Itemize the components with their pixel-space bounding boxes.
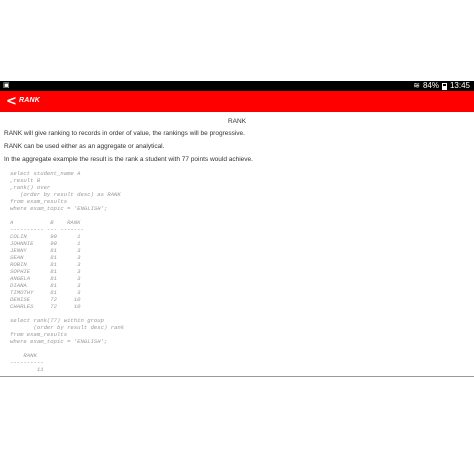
- content: RANK RANK will give ranking to records i…: [4, 118, 470, 373]
- paragraph: RANK will give ranking to records in ord…: [4, 130, 245, 137]
- app-bar: < RANK: [0, 91, 474, 112]
- app-title: RANK: [19, 97, 41, 104]
- code-line: COLIN 90 1: [10, 233, 81, 240]
- battery-icon: [441, 82, 447, 90]
- code-line: from exam_results: [10, 198, 68, 205]
- status-right: ≋ 84% 13:45: [413, 81, 470, 91]
- code-line: TIMOTHY 81 3: [10, 289, 81, 296]
- code-line: 11: [10, 366, 44, 373]
- code-line: where exam_topic = 'ENGLISH';: [10, 338, 108, 345]
- code-block: select student_name A ,result B ,rank() ov…: [10, 170, 470, 373]
- screenshot-icon: ▣: [3, 82, 10, 89]
- paragraph: In the aggregate example the result is t…: [4, 156, 253, 163]
- status-bar: ▣ ≋ 84% 13:45: [0, 81, 474, 91]
- code-line: ,rank() over: [10, 184, 51, 191]
- code-line: where exam_topic = 'ENGLISH';: [10, 205, 108, 212]
- code-line: (order by result desc) rank: [10, 324, 125, 331]
- clock: 13:45: [449, 81, 470, 90]
- battery-percent: 84%: [422, 81, 439, 90]
- code-line: select rank(77) within group: [10, 317, 104, 324]
- page-heading: RANK: [227, 118, 247, 125]
- code-line: SOPHIE 81 3: [10, 268, 81, 275]
- code-line: RANK: [10, 352, 37, 359]
- code-line: (order by result desc) as RANK: [10, 191, 121, 198]
- code-line: from exam_results: [10, 331, 68, 338]
- code-line: DIANA 81 3: [10, 282, 81, 289]
- code-line: SEAN 81 3: [10, 254, 81, 261]
- code-line: ---------- --- -------: [10, 226, 84, 233]
- divider: [0, 376, 474, 377]
- code-line: JOHNNIE 90 1: [10, 240, 81, 247]
- back-chevron-icon[interactable]: <: [6, 95, 17, 108]
- code-line: ,result B: [10, 177, 41, 184]
- code-line: DENISE 72 10: [10, 296, 81, 303]
- code-line: ----------: [10, 359, 44, 366]
- code-line: ANGELA 81 3: [10, 275, 81, 282]
- code-line: ROBIN 81 3: [10, 261, 81, 268]
- code-line: JENNY 81 3: [10, 247, 81, 254]
- code-line: A B RANK: [10, 219, 81, 226]
- code-line: select student_name A: [10, 170, 81, 177]
- paragraph: RANK can be used either as an aggregate …: [4, 143, 165, 150]
- wifi-icon: ≋: [413, 81, 420, 90]
- code-line: CHARLES 72 10: [10, 303, 81, 310]
